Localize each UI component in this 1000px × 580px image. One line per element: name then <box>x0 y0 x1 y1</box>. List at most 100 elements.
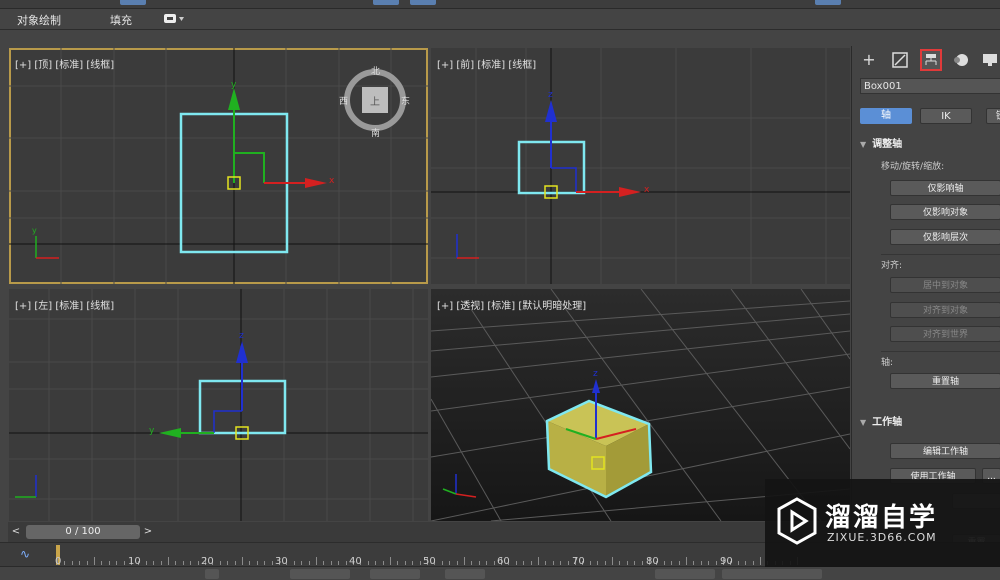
object-paint-label[interactable]: 对象绘制 <box>17 12 61 28</box>
ruler-tick <box>367 561 369 565</box>
toolbar-button[interactable] <box>815 0 841 5</box>
ruler-tick <box>160 561 162 565</box>
axis-label-x: x <box>644 185 650 195</box>
paint-brush-icon[interactable] <box>163 13 185 25</box>
ruler-tick <box>663 561 665 565</box>
ruler-tick <box>219 561 221 565</box>
subtab-ik[interactable]: IK <box>920 108 972 124</box>
ruler-tick <box>190 561 192 565</box>
ruler-tick <box>271 561 273 565</box>
pivot-label: 轴: <box>881 358 894 368</box>
mini-axis-y: y <box>32 226 37 235</box>
ruler-tick <box>686 557 687 565</box>
subtab-pivot[interactable]: 轴 <box>860 108 912 124</box>
time-slider[interactable]: 0 / 100 <box>26 525 140 539</box>
watermark-brand: 溜溜自学 <box>825 503 938 533</box>
rollout-arrow-icon: ▼ <box>860 418 867 427</box>
create-icon[interactable]: + <box>858 49 880 71</box>
ruler-tick <box>612 557 613 565</box>
ruler-tick <box>752 561 754 565</box>
ruler-tick <box>382 561 384 565</box>
hierarchy-icon[interactable] <box>920 49 942 71</box>
status-icon[interactable] <box>205 569 219 579</box>
selection-set-dropdown[interactable] <box>722 569 822 579</box>
affect-object-only-button[interactable]: 仅影响对象 <box>890 204 1000 220</box>
ruler-tick <box>449 561 451 565</box>
command-panel: + Box001 轴 IK 链 ▼ 调整轴 移动/旋转/缩放: 仅影响轴 仅影响对… <box>851 46 1000 550</box>
viewport-label[interactable]: [+] [透视] [标准] [默认明暗处理] <box>437 297 586 312</box>
curve-editor-icon[interactable]: ∿ <box>20 547 30 561</box>
ruler-tick <box>604 561 606 565</box>
ruler-tick <box>538 557 539 565</box>
viewport-left[interactable]: [+] [左] [标准] [线框] z y <box>9 289 428 521</box>
viewcube-south[interactable]: 南 <box>371 126 380 139</box>
viewcube-east[interactable]: 东 <box>401 94 410 107</box>
ruler-tick <box>493 561 495 565</box>
ruler-tick <box>486 561 488 565</box>
viewport-top[interactable]: [+] [顶] [标准] [线框] 北 南 东 西 上 y x y <box>9 48 428 284</box>
ruler-tick <box>737 561 739 565</box>
ruler-tick <box>597 561 599 565</box>
ruler-tick <box>715 561 717 565</box>
adjust-pivot-rollout[interactable]: ▼ 调整轴 <box>860 137 1000 153</box>
coord-x-field[interactable] <box>290 569 350 579</box>
ruler-tick <box>316 557 317 565</box>
fill-label[interactable]: 填充 <box>110 12 132 28</box>
viewport-label[interactable]: [+] [前] [标准] [线框] <box>437 56 536 71</box>
auto-key-button[interactable] <box>655 569 715 579</box>
ruler-tick <box>671 561 673 565</box>
display-icon[interactable] <box>979 49 1000 71</box>
align-to-object-button[interactable]: 对齐到对象 <box>890 302 1000 318</box>
ruler-tick <box>397 561 399 565</box>
toolbar-button[interactable] <box>410 0 436 5</box>
ruler-tick <box>153 561 155 565</box>
axis-label-z: z <box>548 90 553 100</box>
ruler-tick <box>478 561 480 565</box>
ruler-tick <box>264 561 266 565</box>
viewport-label[interactable]: [+] [顶] [标准] [线框] <box>15 56 114 71</box>
edit-working-pivot-button[interactable]: 编辑工作轴 <box>890 443 1000 459</box>
ruler-tick <box>464 557 465 565</box>
left-viewport-canvas <box>9 289 428 521</box>
left-edge-strip <box>0 46 8 521</box>
working-pivot-rollout[interactable]: ▼ 工作轴 <box>860 415 1000 431</box>
alignment-label: 对齐: <box>881 261 903 271</box>
ruler-tick <box>116 561 118 565</box>
ruler-tick <box>145 561 147 565</box>
ruler-tick <box>634 561 636 565</box>
viewport-front[interactable]: [+] [前] [标准] [线框] z x <box>431 48 850 284</box>
viewport-header-gap <box>0 30 1000 46</box>
time-prev-button[interactable]: < <box>10 525 22 539</box>
affect-pivot-only-button[interactable]: 仅影响轴 <box>890 180 1000 196</box>
ruler-tick <box>345 561 347 565</box>
modify-icon[interactable] <box>889 49 911 71</box>
coord-z-field[interactable] <box>445 569 485 579</box>
viewcube-north[interactable]: 北 <box>371 64 380 77</box>
viewcube-west[interactable]: 西 <box>339 94 348 107</box>
ruler-tick <box>64 561 66 565</box>
ruler-tick <box>86 561 88 565</box>
ruler-tick <box>108 561 110 565</box>
affect-hierarchy-only-button[interactable]: 仅影响层次 <box>890 229 1000 245</box>
separator <box>881 254 1000 255</box>
subtab-link[interactable]: 链 <box>986 108 1000 124</box>
center-to-object-button[interactable]: 居中到对象 <box>890 277 1000 293</box>
viewport-label[interactable]: [+] [左] [标准] [线框] <box>15 297 114 312</box>
ruler-tick <box>589 561 591 565</box>
motion-icon[interactable] <box>950 49 972 71</box>
object-name-field[interactable]: Box001 <box>860 78 1000 94</box>
ruler-tick <box>293 561 295 565</box>
working-pivot-title: 工作轴 <box>872 417 903 428</box>
ruler-tick <box>256 561 258 565</box>
ruler-tick <box>101 561 103 565</box>
coord-y-field[interactable] <box>370 569 420 579</box>
ribbon-bar: 对象绘制 填充 <box>0 9 1000 30</box>
time-next-button[interactable]: > <box>142 525 154 539</box>
viewcube-face[interactable]: 上 <box>370 93 380 108</box>
toolbar-button[interactable] <box>120 0 146 5</box>
align-to-world-button[interactable]: 对齐到世界 <box>890 326 1000 342</box>
ruler-tick <box>242 557 243 565</box>
reset-pivot-button[interactable]: 重置轴 <box>890 373 1000 389</box>
toolbar-button[interactable] <box>373 0 399 5</box>
ruler-tick <box>441 561 443 565</box>
